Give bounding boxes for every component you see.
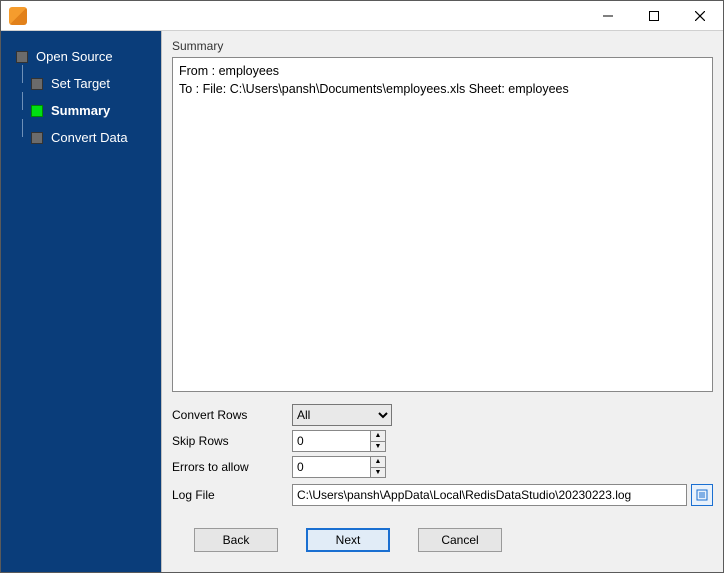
- summary-textbox[interactable]: From : employees To : File: C:\Users\pan…: [172, 57, 713, 392]
- step-box-icon: [31, 78, 43, 90]
- step-box-icon: [16, 51, 28, 63]
- errors-to-allow-label: Errors to allow: [172, 460, 292, 474]
- convert-rows-select[interactable]: All: [292, 404, 392, 426]
- row-log-file: Log File: [172, 480, 713, 510]
- content-panel: Summary From : employees To : File: C:\U…: [161, 31, 723, 572]
- spin-down-icon[interactable]: ▼: [371, 442, 385, 452]
- wizard-buttons: Back Next Cancel: [162, 510, 723, 566]
- wizard-steps: Open Source Set Target Summary Convert D…: [1, 31, 161, 572]
- cancel-button[interactable]: Cancel: [418, 528, 502, 552]
- browse-log-button[interactable]: [691, 484, 713, 506]
- back-button-label: Back: [223, 533, 250, 547]
- row-errors-to-allow: Errors to allow ▲ ▼: [172, 454, 713, 480]
- browse-icon: [696, 489, 708, 501]
- close-button[interactable]: [677, 1, 723, 31]
- spin-up-icon[interactable]: ▲: [371, 431, 385, 442]
- skip-rows-input[interactable]: [292, 430, 370, 452]
- row-convert-rows: Convert Rows All: [172, 402, 713, 428]
- step-box-icon: [31, 105, 43, 117]
- log-file-label: Log File: [172, 488, 292, 502]
- step-label: Set Target: [51, 76, 110, 91]
- spin-up-icon[interactable]: ▲: [371, 457, 385, 468]
- summary-line: From : employees: [179, 64, 279, 78]
- log-file-input[interactable]: [292, 484, 687, 506]
- step-label: Summary: [51, 103, 110, 118]
- errors-to-allow-input[interactable]: [292, 456, 370, 478]
- spin-down-icon[interactable]: ▼: [371, 468, 385, 478]
- step-summary[interactable]: Summary: [1, 97, 161, 124]
- step-set-target[interactable]: Set Target: [1, 70, 161, 97]
- step-label: Convert Data: [51, 130, 128, 145]
- cancel-button-label: Cancel: [441, 533, 478, 547]
- maximize-button[interactable]: [631, 1, 677, 31]
- back-button[interactable]: Back: [194, 528, 278, 552]
- minimize-button[interactable]: [585, 1, 631, 31]
- options-area: Convert Rows All Skip Rows ▲ ▼ Errors to…: [172, 402, 713, 510]
- titlebar: [1, 1, 723, 31]
- step-box-icon: [31, 132, 43, 144]
- section-title: Summary: [162, 31, 723, 57]
- skip-rows-label: Skip Rows: [172, 434, 292, 448]
- row-skip-rows: Skip Rows ▲ ▼: [172, 428, 713, 454]
- convert-rows-label: Convert Rows: [172, 408, 292, 422]
- next-button-label: Next: [336, 533, 361, 547]
- step-convert-data[interactable]: Convert Data: [1, 124, 161, 151]
- step-label: Open Source: [36, 49, 113, 64]
- next-button[interactable]: Next: [306, 528, 390, 552]
- app-icon: [9, 7, 27, 25]
- summary-line: To : File: C:\Users\pansh\Documents\empl…: [179, 82, 569, 96]
- step-open-source[interactable]: Open Source: [1, 43, 161, 70]
